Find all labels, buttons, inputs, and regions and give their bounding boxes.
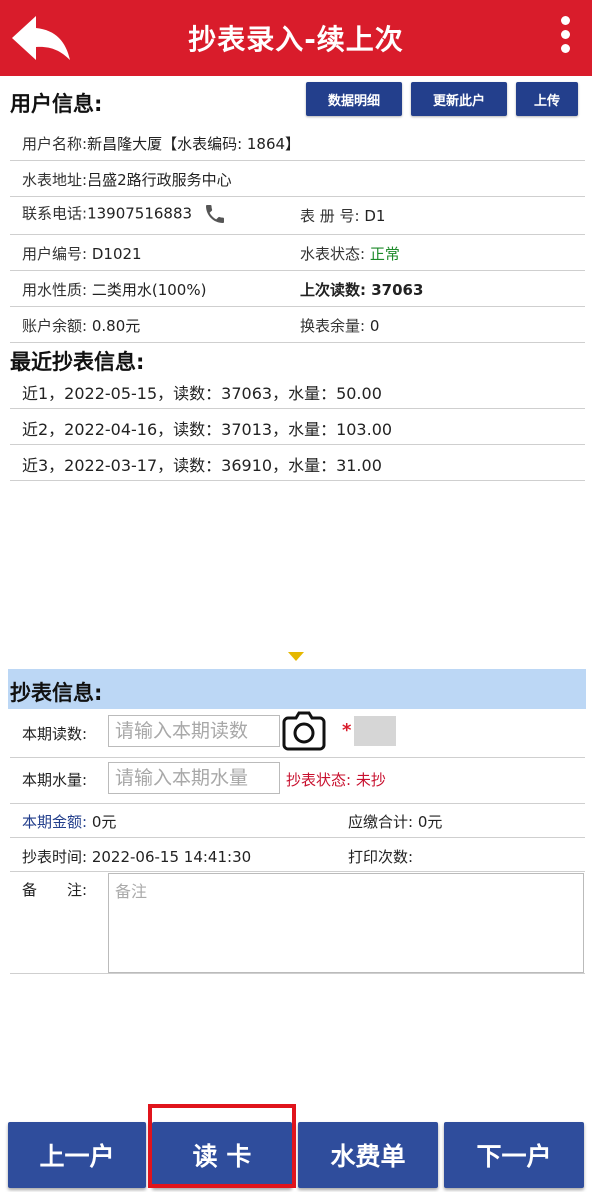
expand-triangle-icon[interactable] [288,652,304,661]
read-time-label: 抄表时间: [22,848,88,866]
amount-row: 本期金额: 0元 应缴合计: 0元 [10,803,585,838]
list-item: 近2，2022-04-16，读数：37013，水量：103.00 [10,408,585,445]
recent-record-text: 近3，2022-03-17，读数：36910，水量：31.00 [22,456,382,475]
blurred-value-box [354,716,396,746]
swap-remaining-label: 换表余量: [300,317,366,335]
water-type-value: 二类用水(100%) [91,281,207,299]
balance-label: 账户余额: [22,317,88,335]
water-type-row: 用水性质: 二类用水(100%) 上次读数: 37063 [10,270,585,307]
water-type-label: 用水性质: [22,281,88,299]
phone-label: 联系电话: [22,204,88,223]
amount-label: 本期金额: [22,813,88,831]
current-reading-input[interactable] [108,715,280,747]
more-options-icon[interactable] [558,16,572,62]
list-item: 近1，2022-05-15，读数：37063，水量：50.00 [10,372,585,409]
book-no-label: 表 册 号: [300,207,360,225]
next-user-button[interactable]: 下一户 [444,1122,584,1188]
user-name-row: 用户名称:新昌隆大厦【水表编码: 1864】 [10,124,585,161]
page-title: 抄表录入-续上次 [188,23,404,56]
read-time-value: 2022-06-15 14:41:30 [91,848,252,866]
meter-address-value: 吕盛2路行政服务中心 [87,171,232,189]
memo-label: 备 注: [22,881,88,899]
camera-icon[interactable] [282,709,326,753]
update-user-button[interactable]: 更新此户 [411,82,507,116]
read-status: 抄表状态: 未抄 [286,769,386,790]
current-reading-label: 本期读数: [22,725,88,743]
user-no-row: 用户编号: D1021 水表状态: 正常 [10,234,585,271]
previous-user-button[interactable]: 上一户 [8,1122,146,1188]
data-detail-button[interactable]: 数据明细 [306,82,402,116]
current-volume-input[interactable] [108,762,280,794]
current-volume-label: 本期水量: [22,771,88,789]
meter-address-label: 水表地址: [22,171,88,189]
read-status-label: 抄表状态: [286,771,352,789]
list-item: 近3，2022-03-17，读数：36910，水量：31.00 [10,444,585,481]
total-due-value: 0元 [417,813,443,831]
recent-record-text: 近1，2022-05-15，读数：37063，水量：50.00 [22,384,382,403]
top-app-bar: 抄表录入-续上次 [0,0,592,76]
user-no-label: 用户编号: [22,245,88,263]
bottom-action-bar: 上一户 读 卡 水费单 下一户 [0,1118,592,1192]
read-status-value: 未抄 [355,771,386,789]
user-info-title: 用户信息: [10,92,103,116]
swap-remaining-value: 0 [369,317,380,335]
phone-value: 13907516883 [87,204,193,223]
reading-info-header: 抄表信息: [8,669,586,709]
meter-status-value: 正常 [369,245,400,263]
book-no-value: D1 [364,207,386,225]
memo-input[interactable] [108,873,584,973]
reading-info-title: 抄表信息: [10,681,103,705]
required-star-icon: * [342,720,352,741]
upload-button[interactable]: 上传 [516,82,578,116]
read-time-row: 抄表时间: 2022-06-15 14:41:30 打印次数: [10,837,585,872]
meter-address-row: 水表地址:吕盛2路行政服务中心 [10,160,585,197]
user-name-value: 新昌隆大厦【水表编码: 1864】 [87,135,301,153]
phone-call-icon[interactable] [203,202,227,226]
last-reading-value: 37063 [371,281,424,299]
total-due-label: 应缴合计: [348,813,414,831]
user-no-value: D1021 [91,245,142,263]
amount-value: 0元 [91,813,117,831]
read-card-button[interactable]: 读 卡 [152,1122,292,1188]
current-volume-row: 本期水量: 抄表状态: 未抄 [10,757,585,804]
recent-record-text: 近2，2022-04-16，读数：37013，水量：103.00 [22,420,393,439]
last-reading-label: 上次读数: [300,281,366,299]
balance-value: 0.80元 [91,317,141,335]
balance-row: 账户余额: 0.80元 换表余量: 0 [10,306,585,343]
water-bill-button[interactable]: 水费单 [298,1122,438,1188]
meter-status-label: 水表状态: [300,245,366,263]
print-count-label: 打印次数: [348,848,414,866]
phone-row: 联系电话:13907516883 表 册 号: D1 [10,196,585,235]
user-name-label: 用户名称: [22,135,88,153]
